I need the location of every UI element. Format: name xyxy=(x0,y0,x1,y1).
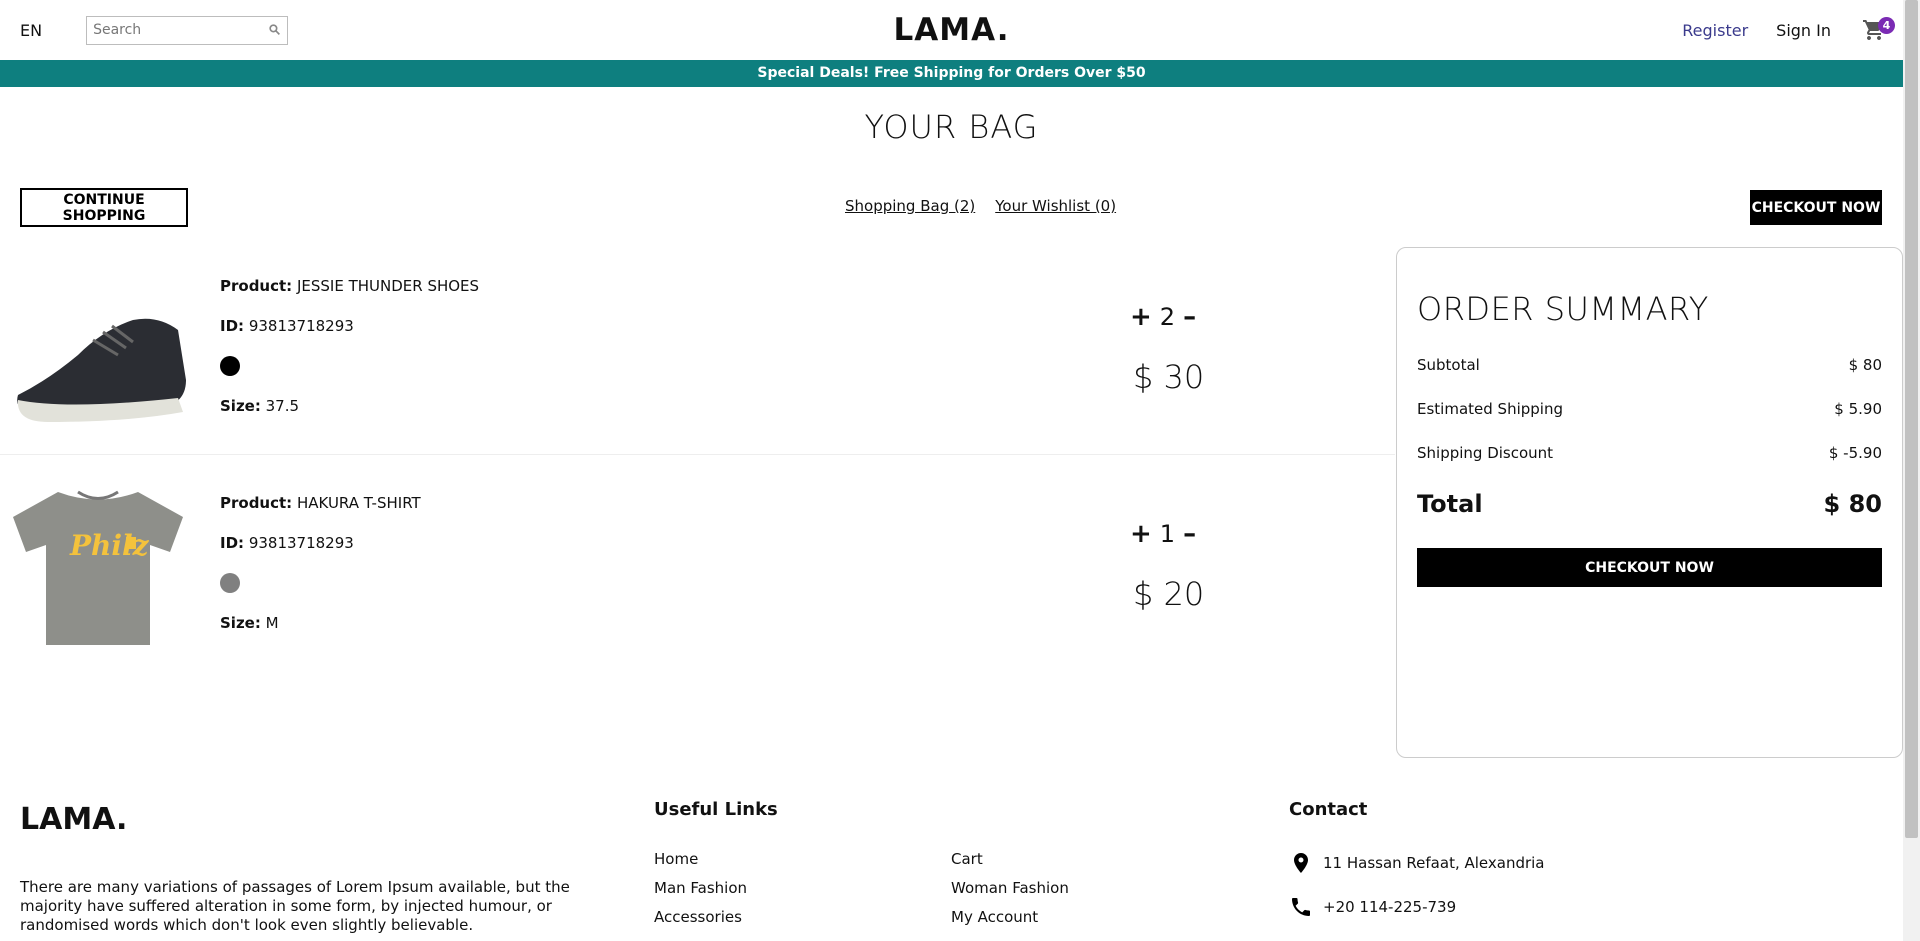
footer-link-my-account[interactable]: My Account xyxy=(951,908,1151,927)
checkout-now-top-button[interactable]: CHECKOUT NOW xyxy=(1750,190,1882,225)
scrollbar-thumb[interactable] xyxy=(1905,0,1918,838)
shopping-bag-link[interactable]: Shopping Bag (2) xyxy=(845,197,975,215)
order-summary: ORDER SUMMARY Subtotal $ 80 Estimated Sh… xyxy=(1396,247,1903,758)
summary-row-total: Total $ 80 xyxy=(1417,490,1882,518)
cart-count-badge: 4 xyxy=(1878,17,1895,34)
remove-icon[interactable]: – xyxy=(1183,302,1196,332)
svg-text:Philz: Philz xyxy=(69,529,150,562)
quantity-stepper: + 2 – xyxy=(1130,302,1196,332)
product-size: M xyxy=(265,614,279,632)
location-pin-icon xyxy=(1294,853,1308,873)
language-selector[interactable]: EN xyxy=(20,21,42,40)
page-title: YOUR BAG xyxy=(864,108,1039,146)
size-label: Size: xyxy=(220,397,261,415)
footer-description: There are many variations of passages of… xyxy=(20,878,570,934)
contact-address: 11 Hassan Refaat, Alexandria xyxy=(1289,851,1545,875)
product-price: $ 30 xyxy=(1133,358,1205,396)
cart-product: Philz Product: HAKURA T-SHIRT ID: 938137… xyxy=(0,457,1395,672)
footer-link-man-fashion[interactable]: Man Fashion xyxy=(654,879,951,898)
product-details: Product: HAKURA T-SHIRT ID: 93813718293 … xyxy=(220,493,421,653)
cart-button[interactable]: 4 xyxy=(1861,17,1895,42)
wishlist-link[interactable]: Your Wishlist (0) xyxy=(995,197,1116,215)
product-size: 37.5 xyxy=(265,397,300,415)
checkout-now-button[interactable]: CHECKOUT NOW xyxy=(1417,548,1882,587)
size-label: Size: xyxy=(220,614,261,632)
discount-value: $ -5.90 xyxy=(1828,444,1882,462)
phone-icon xyxy=(1292,898,1310,916)
shipping-value: $ 5.90 xyxy=(1834,400,1882,418)
useful-links-title: Useful Links xyxy=(654,799,778,820)
signin-link[interactable]: Sign In xyxy=(1776,21,1831,40)
footer-link-woman-fashion[interactable]: Woman Fashion xyxy=(951,879,1151,898)
footer-link-accessories[interactable]: Accessories xyxy=(654,908,951,927)
top-links: Shopping Bag (2) Your Wishlist (0) xyxy=(845,197,1116,215)
quantity-value: 1 xyxy=(1159,520,1176,548)
navbar: EN LAMA. Register Sign In 4 xyxy=(0,0,1903,60)
discount-label: Shipping Discount xyxy=(1417,444,1554,462)
product-image-tshirt: Philz xyxy=(13,490,183,645)
shipping-label: Estimated Shipping xyxy=(1417,400,1563,418)
summary-row-subtotal: Subtotal $ 80 xyxy=(1417,356,1882,374)
product-label: Product: xyxy=(220,277,293,295)
footer-link-home[interactable]: Home xyxy=(654,850,951,869)
footer-logo: LAMA. xyxy=(20,802,128,837)
announcement-bar: Special Deals! Free Shipping for Orders … xyxy=(0,60,1903,87)
continue-shopping-button[interactable]: CONTINUE SHOPPING xyxy=(20,188,188,227)
product-id: 93813718293 xyxy=(248,534,354,552)
summary-row-discount: Shipping Discount $ -5.90 xyxy=(1417,444,1882,462)
search-input[interactable] xyxy=(93,22,269,38)
phone-text: +20 114-225-739 xyxy=(1323,898,1457,916)
subtotal-value: $ 80 xyxy=(1848,356,1882,374)
quantity-stepper: + 1 – xyxy=(1130,519,1196,549)
add-icon[interactable]: + xyxy=(1130,519,1152,549)
product-color-swatch xyxy=(220,573,240,593)
product-details: Product: JESSIE THUNDER SHOES ID: 938137… xyxy=(220,276,479,436)
contact-title: Contact xyxy=(1289,799,1368,820)
product-label: Product: xyxy=(220,494,293,512)
total-label: Total xyxy=(1417,490,1483,518)
address-text: 11 Hassan Refaat, Alexandria xyxy=(1323,854,1545,872)
cart-product: Product: JESSIE THUNDER SHOES ID: 938137… xyxy=(0,240,1395,455)
add-icon[interactable]: + xyxy=(1130,302,1152,332)
id-label: ID: xyxy=(220,317,245,335)
summary-row-shipping: Estimated Shipping $ 5.90 xyxy=(1417,400,1882,418)
product-name: HAKURA T-SHIRT xyxy=(296,494,421,512)
product-image-shoe xyxy=(17,318,186,422)
product-id: 93813718293 xyxy=(248,317,354,335)
product-price: $ 20 xyxy=(1133,575,1205,613)
remove-icon[interactable]: – xyxy=(1183,519,1196,549)
quantity-value: 2 xyxy=(1159,303,1176,331)
search-icon[interactable] xyxy=(268,21,281,40)
id-label: ID: xyxy=(220,534,245,552)
useful-links: Home Cart Man Fashion Woman Fashion Acce… xyxy=(654,850,1151,927)
total-value: $ 80 xyxy=(1823,490,1882,518)
register-link[interactable]: Register xyxy=(1682,21,1748,40)
footer-link-cart[interactable]: Cart xyxy=(951,850,1151,869)
subtotal-label: Subtotal xyxy=(1417,356,1480,374)
product-color-swatch xyxy=(220,356,240,376)
summary-title: ORDER SUMMARY xyxy=(1417,290,1709,328)
contact-phone: +20 114-225-739 xyxy=(1289,895,1456,919)
product-name: JESSIE THUNDER SHOES xyxy=(296,277,480,295)
search-box xyxy=(86,15,289,45)
page-scrollbar[interactable] xyxy=(1903,0,1920,941)
